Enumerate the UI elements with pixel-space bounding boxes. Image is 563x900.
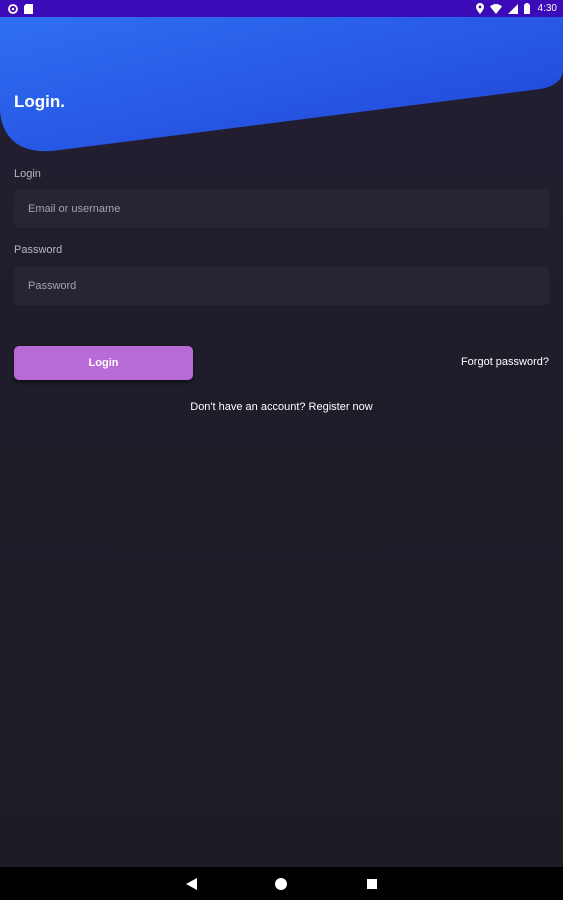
status-right: 4:30 xyxy=(475,3,557,14)
sd-card-icon xyxy=(24,3,33,14)
register-link[interactable]: Don't have an account? Register now xyxy=(0,401,563,413)
navigation-bar xyxy=(0,867,563,900)
header: Login. xyxy=(0,17,563,157)
forgot-password-link[interactable]: Forgot password? xyxy=(461,356,549,368)
status-left xyxy=(8,3,33,14)
recents-icon[interactable] xyxy=(352,867,392,900)
password-input[interactable] xyxy=(14,266,549,305)
login-label: Login xyxy=(14,168,41,180)
home-icon[interactable] xyxy=(261,867,301,900)
signal-icon xyxy=(507,3,518,14)
battery-icon xyxy=(523,3,530,14)
email-username-input[interactable] xyxy=(14,189,549,228)
back-icon[interactable] xyxy=(171,867,211,900)
status-bar: 4:30 xyxy=(0,0,563,17)
header-wave xyxy=(0,17,563,152)
login-button[interactable]: Login xyxy=(14,346,193,380)
wifi-icon xyxy=(489,3,502,14)
password-label: Password xyxy=(14,244,63,256)
settings-icon xyxy=(8,3,18,14)
page-title: Login. xyxy=(14,92,65,111)
location-icon xyxy=(475,3,484,14)
status-time: 4:30 xyxy=(537,3,557,14)
